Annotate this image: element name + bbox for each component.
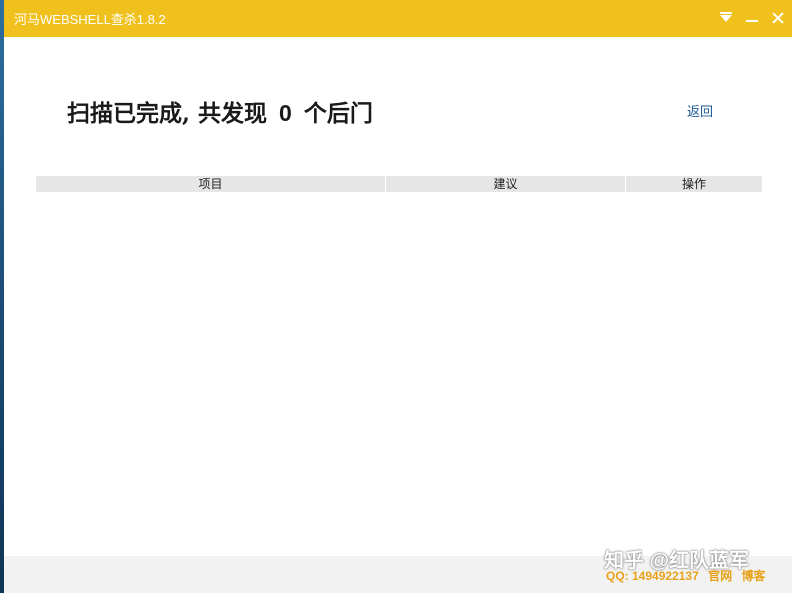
minimize-icon[interactable]: [742, 8, 762, 28]
app-window: 河马WEBSHELL查杀1.8.2 扫描已完成, 共发现 0 个后门 返回 项目…: [4, 0, 792, 593]
close-icon[interactable]: [768, 8, 788, 28]
footer-links: QQ: 1494922137 官网 博客: [606, 567, 771, 584]
scan-result-headline: 扫描已完成, 共发现 0 个后门: [67, 94, 373, 128]
headline-suffix: 个后门: [303, 100, 373, 127]
column-header-suggestion: 建议: [386, 176, 626, 192]
window-title: 河马WEBSHELL查杀1.8.2: [14, 12, 166, 27]
menu-dropdown-icon[interactable]: [716, 8, 736, 28]
qq-number: QQ: 1494922137: [606, 569, 699, 583]
results-table-header: 项目 建议 操作: [36, 176, 762, 192]
back-link[interactable]: 返回: [687, 101, 713, 120]
backdoor-count: 0: [279, 100, 292, 126]
title-bar[interactable]: 河马WEBSHELL查杀1.8.2: [4, 0, 792, 37]
headline-prefix: 扫描已完成, 共发现: [67, 100, 268, 127]
column-header-action: 操作: [681, 177, 706, 191]
blog-link[interactable]: 博客: [741, 569, 765, 583]
official-site-link[interactable]: 官网: [708, 569, 732, 583]
column-header-item: 项目: [36, 176, 386, 192]
